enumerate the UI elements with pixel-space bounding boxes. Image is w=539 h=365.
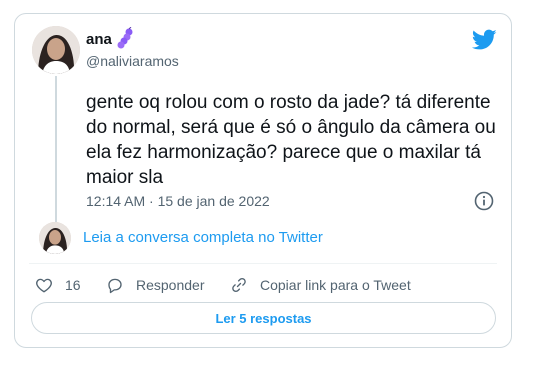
avatar-image-icon (39, 222, 71, 254)
copy-link-button[interactable]: Copiar link para o Tweet (230, 274, 411, 296)
avatar-image-icon (32, 26, 80, 74)
reply-label: Responder (136, 277, 205, 293)
thread-avatar[interactable] (39, 222, 71, 254)
author-handle[interactable]: @naliviaramos (86, 53, 179, 69)
read-conversation-link[interactable]: Leia a conversa completa no Twitter (83, 229, 323, 246)
twitter-bird-icon[interactable] (472, 29, 497, 51)
tweet-text: gente oq rolou com o rosto da jade? tá d… (86, 92, 496, 188)
info-icon[interactable] (474, 191, 494, 211)
read-replies-button[interactable]: Ler 5 respostas (31, 302, 496, 334)
tweet-card: ana @naliviaramos gente oq rolou com o r… (14, 13, 512, 348)
like-button[interactable]: 16 (35, 274, 81, 296)
divider (29, 263, 497, 264)
heart-icon (36, 278, 52, 293)
link-icon (232, 277, 246, 293)
copy-link-label: Copiar link para o Tweet (260, 277, 411, 293)
thread-connector-line (55, 76, 57, 228)
caterpillar-emoji-icon (117, 27, 133, 49)
tweet-timestamp[interactable]: 12:14 AM · 15 de jan de 2022 (86, 193, 270, 209)
reply-button[interactable]: Responder (106, 274, 205, 296)
like-count: 16 (65, 277, 81, 293)
author-name[interactable]: ana (86, 31, 112, 48)
author-avatar[interactable] (32, 26, 80, 74)
reply-bubble-icon (108, 278, 122, 294)
